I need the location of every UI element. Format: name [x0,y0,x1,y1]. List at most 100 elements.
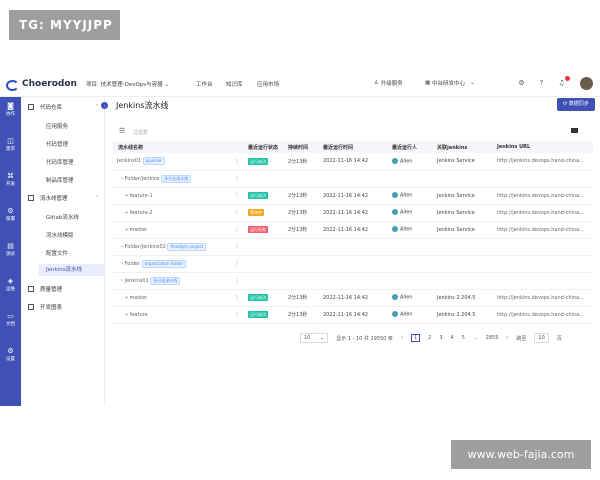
help-icon[interactable]: ? [537,79,546,88]
pipeline-name[interactable]: master [130,227,148,233]
nav-workbench[interactable]: 工作台 [196,80,213,88]
module-label: 协作 [6,112,15,117]
more-actions-icon[interactable]: ⋮ [229,170,243,188]
more-actions-icon[interactable]: ⋮ [229,272,243,290]
nav-knowledge[interactable]: 知识库 [226,80,243,88]
project-selector[interactable]: 项目: 技术管理-DevOps与容器 ⌄ [86,80,169,88]
table-row[interactable]: ⑂ feature-2 ⋮ 等待中 2分13秒 2022-11-16 14:42… [113,204,593,222]
choerodon-logo-icon [6,78,20,91]
url-cell[interactable]: http://jenkins.devops.hand-china... [492,187,593,205]
page-number[interactable]: 2 [428,335,431,341]
page-number[interactable]: 1 [410,334,421,342]
pipeline-name[interactable]: feature-1 [130,193,153,199]
menu-item-template[interactable]: 流水线模版 [46,231,74,239]
url-cell[interactable]: http://jenkins.devops.hand-china... [492,289,593,307]
jenkins-url-link[interactable]: http://jenkins.devops.hand-china... [497,312,584,318]
menu-group-pipeline[interactable]: 流水线管理 ⌃ [28,194,103,202]
page-size-select[interactable]: 10 ⌄ [300,333,329,343]
collapse-menu-button[interactable]: ‹ [101,102,108,109]
menu-item-artifact[interactable]: 制品库管理 [46,176,74,184]
jenkins-url-link[interactable]: http://jenkins.devops.hand-china... [497,158,584,164]
column-settings-icon[interactable] [571,128,578,133]
next-page-icon[interactable]: › [506,335,508,341]
more-actions-icon[interactable]: ⋮ [229,204,243,222]
duration-cell: 2分13秒 [283,153,318,171]
table-row[interactable]: ⑂ feature ⋮ 运行成功 2分13秒 2022-11-16 14:42 … [113,306,593,324]
more-actions-icon[interactable]: ⋮ [229,255,243,273]
menu-group-charts[interactable]: 开发图表 [28,303,103,311]
avatar[interactable] [580,77,593,90]
table-row[interactable]: › Folder organization Folder ⋮ [113,255,593,273]
menu-item-code-manage[interactable]: 代码管理 [46,140,68,148]
menu-item-jenkins[interactable]: Jenkins流水线 [39,264,105,276]
url-cell[interactable] [492,170,593,188]
bell-icon[interactable]: ♫ [557,79,566,88]
more-actions-icon[interactable]: ⋮ [229,153,243,171]
pipeline-name[interactable]: Folder/Jenkins [125,176,160,182]
module-test[interactable]: ▤ 测试 [0,242,21,257]
url-cell[interactable]: http://jenkins.devops.hand-china... [492,221,593,239]
upgrade-service-link[interactable]: ♙ 升级服务 [374,79,403,87]
pipeline-name[interactable]: master [130,295,148,301]
more-actions-icon[interactable]: ⋮ [229,289,243,307]
module-deploy[interactable]: ⚙ 部署 [0,207,21,222]
url-cell[interactable]: http://jenkins.devops.hand-china... [492,204,593,222]
goto-input[interactable]: 10 [534,333,549,343]
table-row[interactable]: › Jenkins01 多分支流水线 ⋮ [113,272,593,290]
table-body: Jenkins01 pipeline ⋮ 运行成功 2分13秒 2022-11-… [113,153,593,324]
page-number[interactable]: 3 [439,335,442,341]
table-row[interactable]: ⑂ master ⋮ 运行失败 2分13秒 2022-11-16 14:42 A… [113,221,593,239]
pipeline-name[interactable]: Jenkins01 [117,158,141,164]
module-ops[interactable]: ◈ 运维 [0,277,21,292]
url-cell[interactable] [492,272,593,290]
module-settings[interactable]: ⚙ 设置 [0,347,21,362]
module-label: 部署 [6,217,15,222]
more-actions-icon[interactable]: ⋮ [229,306,243,324]
settings-icon[interactable]: ⚙ [517,79,526,88]
page-number[interactable]: 5 [462,335,465,341]
pipeline-name[interactable]: Jenkins01 [125,278,149,284]
pipeline-name[interactable]: feature-2 [130,210,153,216]
jenkins-url-link[interactable]: http://jenkins.devops.hand-china... [497,295,584,301]
status-cell [243,238,283,256]
page-number[interactable]: 2855 [486,335,499,341]
jenkins-url-link[interactable]: http://jenkins.devops.hand-china... [497,193,584,199]
pipeline-name[interactable]: Folder/Jenkins02 [125,244,166,250]
app-logo[interactable]: Choerodon [6,78,77,91]
pipeline-name[interactable]: Folder [125,261,140,267]
table-row[interactable]: ⑂ master ⋮ 运行成功 2分13秒 2022-11-16 14:42 A… [113,289,593,307]
module-develop[interactable]: ⌘ 开发 [0,172,21,187]
nav-market[interactable]: 应用市场 [257,80,279,88]
filter-input[interactable]: 过滤表 [133,129,148,136]
data-sync-button[interactable]: ⟳ 数据同步 [557,98,595,111]
module-collab[interactable]: ◙ 协作 [0,102,21,117]
table-row[interactable]: Jenkins01 pipeline ⋮ 运行成功 2分13秒 2022-11-… [113,153,593,171]
menu-group-repo[interactable]: 代码仓库 ⌃ [28,103,103,111]
menu-item-app-service[interactable]: 应用服务 [46,122,68,130]
menu-item-gitlab[interactable]: Gitlab流水线 [46,213,79,221]
url-cell[interactable]: http://jenkins.devops.hand-china... [492,306,593,324]
jenkins-url-link[interactable]: http://jenkins.devops.hand-china... [497,227,584,233]
url-cell[interactable]: http://jenkins.devops.hand-china... [492,153,593,171]
jenkins-cell: Jenkins Service [432,187,492,205]
url-cell[interactable] [492,255,593,273]
jenkins-url-link[interactable]: http://jenkins.devops.hand-china... [497,210,584,216]
module-demand[interactable]: ◫ 需求 [0,137,21,152]
table-row[interactable]: › Folder/Jenkins02 freestyle project ⋮ [113,238,593,256]
tg-overlay-label: TG: MYYJJPP [9,10,120,40]
more-actions-icon[interactable]: ⋮ [229,238,243,256]
module-docs[interactable]: ▭ 文档 [0,312,21,327]
menu-group-quality[interactable]: 质量管理 [28,285,103,293]
more-actions-icon[interactable]: ⋮ [229,221,243,239]
table-row[interactable]: ⑂ feature-1 ⋮ 运行成功 2分13秒 2022-11-16 14:4… [113,187,593,205]
org-selector[interactable]: ▦ 中台研发中心 ⌄ [425,79,475,87]
url-cell[interactable] [492,238,593,256]
page-number[interactable]: 4 [451,335,454,341]
pipeline-name[interactable]: feature [130,312,148,318]
menu-item-config[interactable]: 配置文件 [46,249,68,257]
more-actions-icon[interactable]: ⋮ [229,187,243,205]
table-row[interactable]: › Folder/Jenkins 多分支流水线 ⋮ [113,170,593,188]
status-cell: 运行成功 [243,289,283,307]
prev-page-icon[interactable]: ‹ [401,335,403,341]
menu-item-repo-manage[interactable]: 代码库管理 [46,158,74,166]
